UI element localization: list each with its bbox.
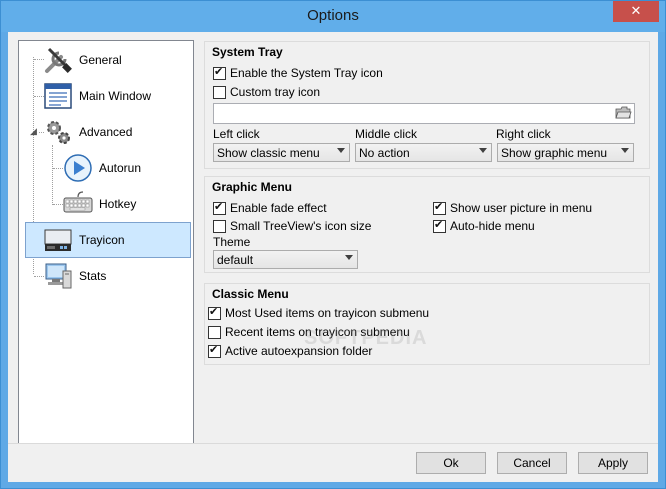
checkbox-box[interactable] <box>213 85 226 99</box>
options-tree: ◢ General Main Window Advanced Autorun H… <box>18 40 194 444</box>
chevron-down-icon <box>621 148 629 153</box>
cancel-button[interactable]: Cancel <box>497 452 567 474</box>
most-used-checkbox[interactable]: Most Used items on trayicon submenu <box>208 305 430 320</box>
watermark: SOFTPEDIA <box>304 327 428 349</box>
left-click-label: Left click <box>213 127 260 141</box>
auto-hide-checkbox[interactable]: Auto-hide menu <box>433 218 535 233</box>
tree-connector <box>53 204 63 205</box>
window-title: Options <box>307 7 359 24</box>
close-button[interactable]: ✕ <box>613 1 659 22</box>
theme-label: Theme <box>213 235 251 249</box>
middle-click-select[interactable]: No action <box>355 143 492 162</box>
theme-select[interactable]: default <box>213 250 358 269</box>
tree-item-label: Advanced <box>79 125 133 139</box>
gears-icon <box>43 117 73 147</box>
apply-button[interactable]: Apply <box>578 452 648 474</box>
tree-connector <box>52 145 53 205</box>
select-value: Show graphic menu <box>501 145 608 160</box>
tree-item-label: Stats <box>79 269 107 283</box>
checkbox-label: Custom tray icon <box>230 85 321 99</box>
checkbox-box[interactable] <box>213 219 226 233</box>
system-tray-group: System Tray Enable the System Tray icon … <box>204 41 650 169</box>
right-click-select[interactable]: Show graphic menu <box>497 143 634 162</box>
tree-item-autorun[interactable]: Autorun <box>63 151 141 185</box>
chevron-down-icon <box>337 148 345 153</box>
keyboard-icon <box>63 189 93 219</box>
ok-button[interactable]: Ok <box>416 452 486 474</box>
tree-item-advanced[interactable]: Advanced <box>43 115 132 149</box>
fade-effect-checkbox[interactable]: Enable fade effect <box>213 200 327 215</box>
browse-folder-icon[interactable] <box>615 105 632 120</box>
chevron-down-icon <box>345 255 353 260</box>
tree-item-general[interactable]: General <box>43 43 122 77</box>
tree-item-trayicon[interactable]: Trayicon <box>25 222 191 258</box>
checkbox-box[interactable] <box>208 305 221 320</box>
tools-icon <box>43 45 73 75</box>
checkbox-box[interactable] <box>208 325 221 339</box>
title-bar[interactable]: Options ✕ <box>1 1 665 32</box>
tree-item-label: Hotkey <box>99 197 137 211</box>
middle-click-label: Middle click <box>355 127 418 141</box>
graphic-menu-group: Graphic Menu Enable fade effect Small Tr… <box>204 176 650 273</box>
checkbox-box[interactable] <box>213 65 226 80</box>
select-value: default <box>217 252 254 267</box>
checkbox-box[interactable] <box>433 200 446 215</box>
right-click-label: Right click <box>496 127 551 141</box>
tree-item-hotkey[interactable]: Hotkey <box>63 187 136 221</box>
tree-connector <box>53 168 63 169</box>
group-title: Graphic Menu <box>212 180 293 194</box>
tree-item-label: Trayicon <box>79 233 125 247</box>
checkbox-box[interactable] <box>213 200 226 215</box>
custom-tray-icon-checkbox[interactable]: Custom tray icon <box>213 85 320 99</box>
select-value: No action <box>359 145 410 160</box>
group-title: Classic Menu <box>212 287 289 301</box>
user-picture-checkbox[interactable]: Show user picture in menu <box>433 200 593 215</box>
checkbox-label: Auto-hide menu <box>450 219 535 233</box>
client-area: ◢ General Main Window Advanced Autorun H… <box>8 32 658 482</box>
monitor-icon <box>43 261 73 291</box>
classic-menu-group: Classic Menu Most Used items on trayicon… <box>204 283 650 365</box>
tree-item-label: Main Window <box>79 89 152 103</box>
dialog-button-bar: Ok Cancel Apply <box>8 443 658 482</box>
tree-item-label: Autorun <box>99 161 142 175</box>
group-title: System Tray <box>212 45 283 59</box>
checkbox-label: Small TreeView's icon size <box>230 219 372 233</box>
select-value: Show classic menu <box>217 145 320 160</box>
play-icon <box>63 153 93 183</box>
tree-item-stats[interactable]: Stats <box>43 259 106 293</box>
collapse-arrow-icon[interactable]: ◢ <box>29 127 38 136</box>
small-icon-size-checkbox[interactable]: Small TreeView's icon size <box>213 219 371 233</box>
tray-icon <box>43 225 73 255</box>
tree-item-label: General <box>79 53 122 67</box>
options-window: Options ✕ ◢ General Main Window Advanced… <box>0 0 666 489</box>
window-icon <box>43 81 73 111</box>
checkbox-label: Most Used items on trayicon submenu <box>225 306 430 320</box>
enable-tray-icon-checkbox[interactable]: Enable the System Tray icon <box>213 65 383 80</box>
tree-item-main-window[interactable]: Main Window <box>43 79 151 113</box>
checkbox-label: Enable fade effect <box>230 201 327 215</box>
checkbox-box[interactable] <box>208 343 221 358</box>
custom-icon-path-input[interactable] <box>213 103 635 124</box>
checkbox-label: Show user picture in menu <box>450 201 593 215</box>
checkbox-label: Enable the System Tray icon <box>230 66 383 80</box>
chevron-down-icon <box>479 148 487 153</box>
checkbox-box[interactable] <box>433 218 446 233</box>
left-click-select[interactable]: Show classic menu <box>213 143 350 162</box>
